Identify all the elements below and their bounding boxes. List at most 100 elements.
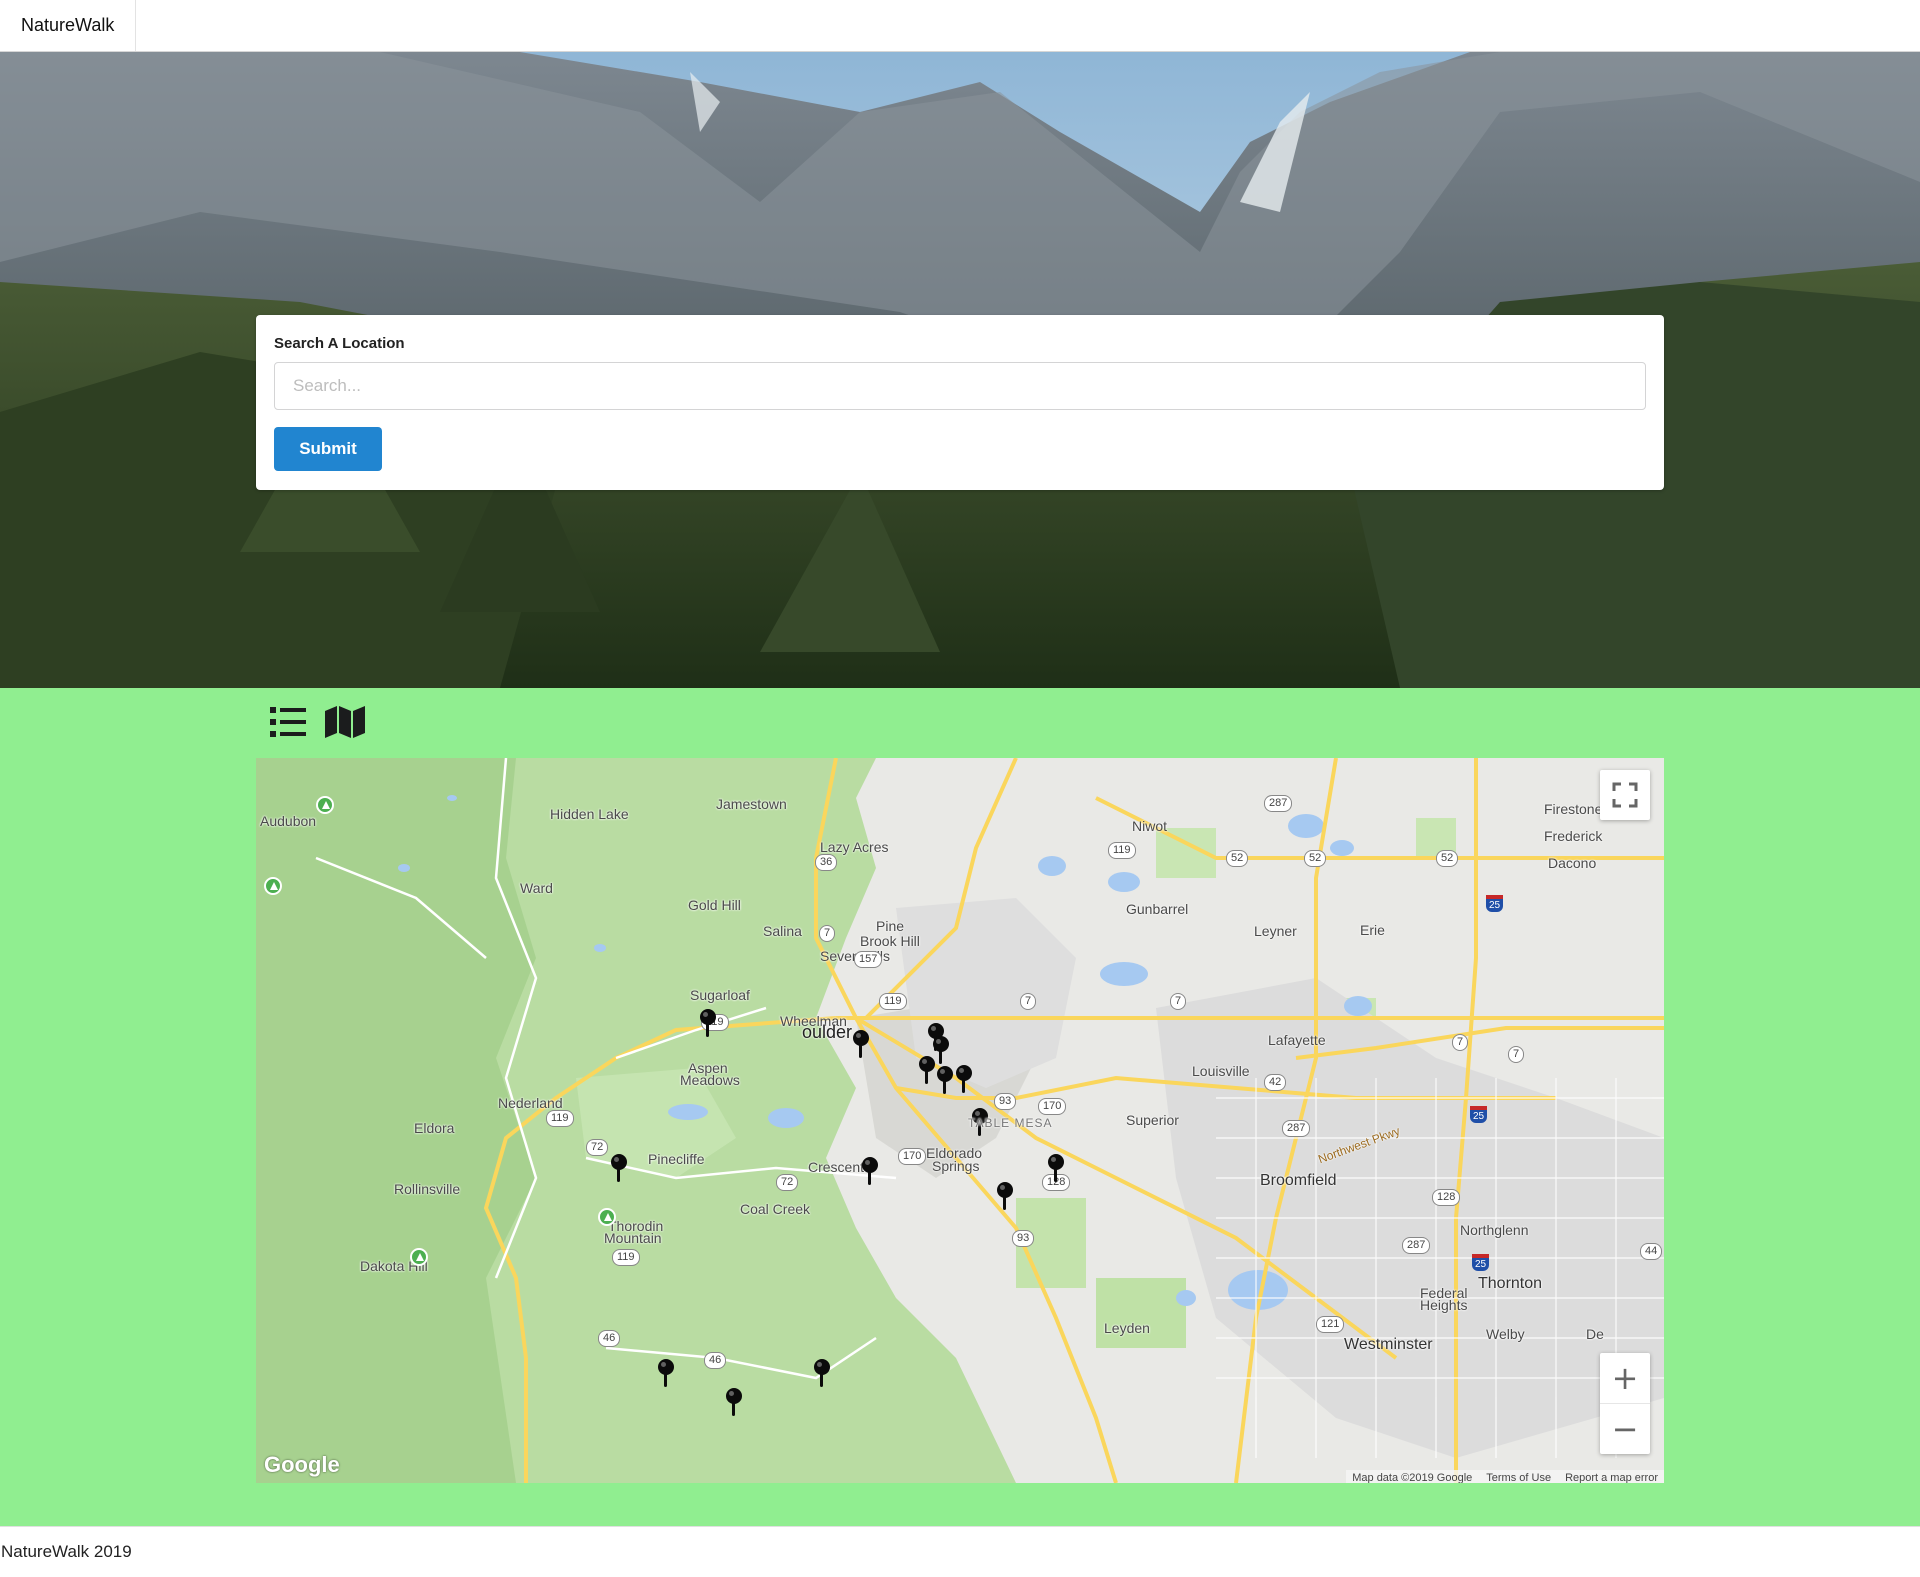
map-label-boulder: oulder: [802, 1022, 853, 1042]
map-label-place: Hidden Lake: [550, 806, 629, 822]
map-label-place: Leyden: [1104, 1320, 1150, 1336]
map-label-place: Thornton: [1478, 1275, 1543, 1292]
road-shield: 121: [1316, 1316, 1345, 1333]
interstate-shield: 25: [1486, 895, 1504, 912]
google-logo: Google: [264, 1452, 340, 1477]
trail-marker-pin-icon[interactable]: [1048, 1154, 1064, 1182]
interstate-shield: 25: [1472, 1254, 1490, 1271]
trail-marker-pin-icon[interactable]: [853, 1030, 869, 1058]
park-poi-icon[interactable]: [598, 1208, 616, 1226]
search-label: Search A Location: [274, 335, 405, 352]
road-shield: 7: [1170, 993, 1187, 1010]
map-label-place: Audubon: [260, 813, 317, 829]
park-poi-icon[interactable]: [316, 796, 334, 814]
map-icon: [325, 706, 365, 738]
map-label-place: Brook Hill: [860, 933, 920, 949]
map-label-place: Frederick: [1544, 828, 1603, 844]
map-label-place: Rollinsville: [394, 1181, 461, 1197]
road-shield: 42: [1264, 1074, 1287, 1091]
road-shield: 287: [1264, 795, 1293, 812]
zoom-control: + −: [1600, 1353, 1650, 1454]
map-label-place: Pinecliffe: [648, 1151, 705, 1167]
interstate-shield: 25: [1470, 1106, 1488, 1123]
map-label-place: Northglenn: [1460, 1222, 1529, 1238]
road-shield: 7: [1020, 993, 1037, 1010]
list-view-button[interactable]: [268, 704, 308, 740]
map-label-place: Crescent: [808, 1159, 865, 1175]
map-label-place: Mountain: [604, 1230, 662, 1246]
map-label-place: Westminster: [1344, 1336, 1433, 1353]
trail-marker-pin-icon[interactable]: [956, 1065, 972, 1093]
fullscreen-icon: [1612, 782, 1638, 808]
road-shield: 170: [1038, 1098, 1067, 1115]
road-shield: 287: [1282, 1120, 1311, 1137]
brand-link[interactable]: NatureWalk: [0, 0, 137, 51]
navbar: NatureWalk: [0, 0, 1920, 52]
map-label-place: Welby: [1486, 1326, 1525, 1342]
map-label-place: Dacono: [1548, 855, 1597, 871]
map-label-place: Lazy Acres: [820, 839, 889, 855]
submit-button[interactable]: Submit: [274, 427, 382, 471]
road-shield: 170: [898, 1148, 927, 1165]
trail-marker-pin-icon[interactable]: [919, 1056, 935, 1084]
map-label-place: Gold Hill: [688, 897, 741, 913]
map-view-button[interactable]: [325, 704, 365, 740]
trail-marker-pin-icon[interactable]: [658, 1359, 674, 1387]
road-shield: 7: [1452, 1034, 1469, 1051]
map-attribution: Map data ©2019 Google Terms of Use Repor…: [1346, 1470, 1664, 1483]
terms-of-use-link[interactable]: Terms of Use: [1486, 1472, 1551, 1483]
map-label-place: Coal Creek: [740, 1201, 811, 1217]
road-shield: 287: [1402, 1237, 1431, 1254]
zoom-in-button[interactable]: +: [1600, 1354, 1650, 1404]
road-shield: 119: [546, 1110, 574, 1127]
map-label-place: Ward: [520, 880, 553, 896]
trail-marker-pin-icon[interactable]: [726, 1388, 742, 1416]
map-label-place: Firestone: [1544, 801, 1603, 817]
map-label-place: Superior: [1126, 1112, 1179, 1128]
map-label-place: Broomfield: [1260, 1172, 1337, 1189]
map-label-place: Niwot: [1132, 818, 1168, 834]
map-label-place: Pine: [876, 918, 905, 934]
trail-marker-pin-icon[interactable]: [700, 1009, 716, 1037]
map-label-place: Erie: [1360, 922, 1385, 938]
trail-marker-pin-icon[interactable]: [933, 1036, 949, 1064]
map-label-place: De: [1586, 1326, 1604, 1342]
map-label-place: Jamestown: [716, 796, 787, 812]
trail-marker-pin-icon[interactable]: [611, 1154, 627, 1182]
map-label-place: Lafayette: [1268, 1032, 1326, 1048]
map-label-place: Heights: [1420, 1297, 1468, 1313]
map-label-place: Leyner: [1254, 923, 1297, 939]
map-label-place: Meadows: [680, 1072, 740, 1088]
map-data-text: Map data ©2019 Google: [1352, 1472, 1473, 1483]
map-terrain: [256, 758, 1664, 1483]
hero-banner: Search A Location Submit: [0, 52, 1920, 688]
road-shield: 7: [1508, 1046, 1525, 1063]
map-view[interactable]: Jamestown Hidden Lake Audubon Lazy Acres Niw…: [256, 758, 1664, 1483]
road-shield: 128: [1432, 1189, 1461, 1206]
map-label-place: Louisville: [1192, 1063, 1250, 1079]
trail-marker-pin-icon[interactable]: [997, 1182, 1013, 1210]
trail-marker-pin-icon[interactable]: [937, 1066, 953, 1094]
road-shield: 46: [704, 1352, 727, 1369]
map-label-place: Nederland: [498, 1095, 563, 1111]
road-shield: 93: [994, 1093, 1017, 1110]
list-icon: [270, 707, 306, 737]
road-shield: 52: [1304, 850, 1327, 867]
road-shield: 157: [854, 951, 883, 968]
search-input[interactable]: [274, 362, 1646, 410]
footer: NatureWalk 2019: [0, 1526, 1920, 1577]
report-map-error-link[interactable]: Report a map error: [1565, 1472, 1658, 1483]
park-poi-icon[interactable]: [264, 877, 282, 895]
map-label-place: Sugarloaf: [690, 987, 750, 1003]
park-poi-icon[interactable]: [410, 1248, 428, 1266]
zoom-out-button[interactable]: −: [1600, 1404, 1650, 1454]
road-shield: 52: [1436, 850, 1459, 867]
trail-marker-pin-icon[interactable]: [814, 1359, 830, 1387]
road-shield: 119: [612, 1249, 640, 1266]
footer-text: NatureWalk 2019: [1, 1542, 132, 1561]
road-shield: 46: [598, 1330, 621, 1347]
road-shield: 72: [776, 1174, 799, 1191]
fullscreen-button[interactable]: [1600, 770, 1650, 820]
road-shield: 72: [586, 1139, 609, 1156]
trail-marker-pin-icon[interactable]: [862, 1157, 878, 1185]
